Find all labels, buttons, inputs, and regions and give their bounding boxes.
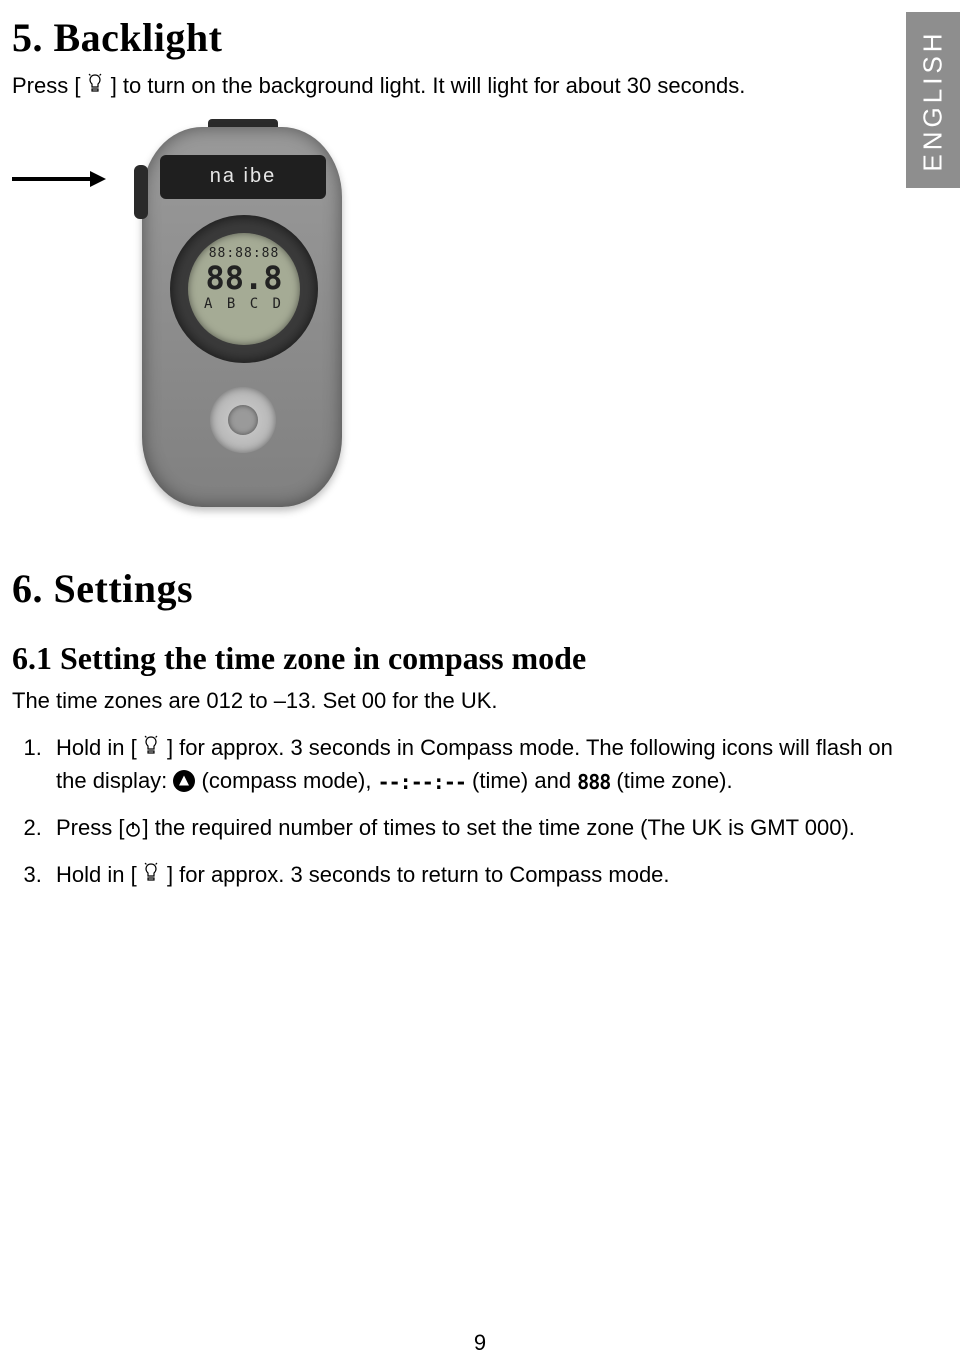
lcd-mode-row: A B C D	[188, 296, 300, 312]
section-6-1-heading: 6.1 Setting the time zone in compass mod…	[12, 640, 922, 677]
language-tab: ENGLISH	[906, 12, 960, 188]
steps-list: Hold in [ ] for approx. 3 seconds in Com…	[12, 731, 922, 891]
light-icon	[143, 735, 161, 757]
section-5-heading: 5. Backlight	[12, 14, 922, 61]
device-brand-bar: na ibe	[160, 155, 326, 199]
step-3: Hold in [ ] for approx. 3 seconds to ret…	[48, 858, 922, 891]
step-1: Hold in [ ] for approx. 3 seconds in Com…	[48, 731, 922, 797]
lcd-main-row: 88.8	[188, 262, 300, 294]
manual-page: ENGLISH 5. Backlight Press [ ] to turn o…	[0, 0, 960, 1368]
language-label: ENGLISH	[918, 29, 949, 171]
light-icon	[87, 73, 105, 95]
device-dpad	[210, 387, 276, 453]
device-brand-text: na ibe	[210, 165, 277, 188]
step-2: Press [] the required number of times to…	[48, 811, 922, 844]
pointer-arrow-icon	[12, 169, 106, 189]
light-icon	[143, 862, 161, 884]
device-illustration: na ibe 88:88:88 88.8 A B C D	[112, 119, 362, 529]
compass-mode-icon	[173, 770, 195, 792]
section-5-lead: Press [ ] to turn on the background ligh…	[12, 71, 922, 101]
device-lcd: 88:88:88 88.8 A B C D	[188, 233, 300, 345]
power-icon	[124, 820, 142, 838]
timezone-segment-icon: 888	[577, 767, 610, 797]
time-placeholder-icon: --:--:--	[378, 767, 466, 797]
device-screen-bezel: 88:88:88 88.8 A B C D	[170, 215, 318, 363]
device-figure: na ibe 88:88:88 88.8 A B C D	[12, 119, 922, 529]
section-6-heading: 6. Settings	[12, 565, 922, 612]
page-number: 9	[0, 1330, 960, 1356]
section-6-1-intro: The time zones are 012 to –13. Set 00 fo…	[12, 685, 922, 717]
device-side-button	[134, 165, 148, 219]
